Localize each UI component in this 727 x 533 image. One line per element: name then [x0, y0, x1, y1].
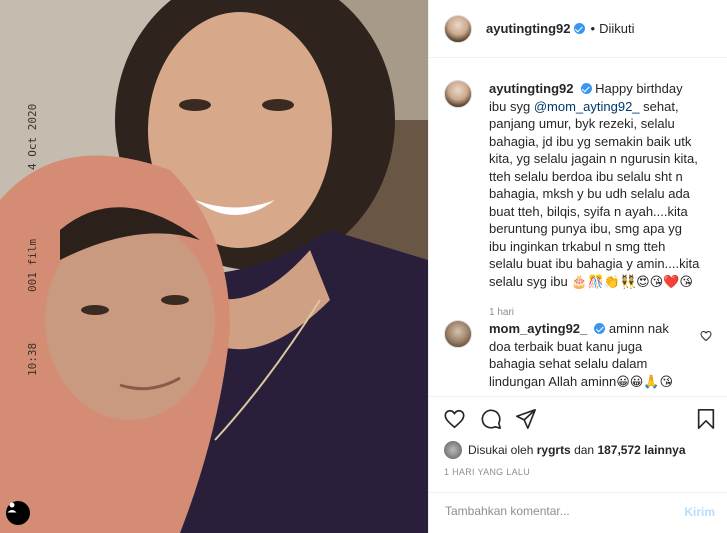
post-header: ayutingting92 • Diikuti — [429, 0, 727, 58]
caption-mention-link[interactable]: @mom_ayting92_ — [534, 99, 640, 114]
author-username[interactable]: ayutingting92 — [486, 21, 571, 36]
post-actions-bar — [429, 396, 727, 441]
likes-summary[interactable]: Disukai oleh rygrts dan 187,572 lainnya — [444, 441, 686, 459]
separator-dot: • — [590, 21, 596, 36]
heart-icon[interactable] — [443, 408, 466, 430]
bookmark-icon[interactable] — [696, 408, 716, 430]
follow-button[interactable]: Diikuti — [599, 21, 634, 36]
likes-prefix: Disukai oleh — [468, 443, 534, 457]
comment-bubble-icon[interactable] — [480, 408, 502, 430]
post-side-panel: ayutingting92 • Diikuti ayutingting92 Ha… — [428, 0, 727, 533]
liker-avatar — [444, 441, 462, 459]
photo-date-stamp: 4 Oct 2020 — [26, 103, 39, 170]
comment-input[interactable] — [443, 503, 677, 519]
user-circle-icon[interactable] — [6, 501, 30, 525]
verified-badge-icon — [573, 23, 585, 34]
photo-film-label: 001 film — [26, 239, 39, 292]
post-photo[interactable]: 4 Oct 2020 001 film 10:38 — [0, 0, 428, 533]
photo-time-stamp: 10:38 — [26, 342, 39, 376]
like-comment-heart-icon[interactable] — [700, 330, 712, 342]
comment-username[interactable]: mom_ayting92_ — [489, 321, 587, 336]
share-paper-plane-icon[interactable] — [515, 408, 537, 430]
comment-composer: Kirim — [429, 492, 727, 533]
likes-user[interactable]: rygrts — [537, 443, 571, 457]
caption-time[interactable]: 1 hari — [489, 304, 701, 322]
photo-illustration — [0, 0, 428, 533]
post-date[interactable]: 1 HARI YANG LALU — [444, 467, 530, 477]
author-avatar[interactable] — [444, 14, 472, 43]
commenter-avatar[interactable] — [444, 320, 472, 348]
comments-list[interactable]: ayutingting92 Happy birthday ibu syg @mo… — [429, 58, 727, 396]
verified-badge-icon — [580, 83, 592, 94]
comment-item: mom_ayting92_ aminn nak doa terbaik buat… — [444, 320, 714, 390]
caption-username[interactable]: ayutingting92 — [489, 81, 574, 96]
verified-badge-icon — [594, 323, 606, 334]
caption-avatar[interactable] — [444, 80, 472, 108]
caption-text-after: sehat, panjang umur, byk rezeki, selalu … — [489, 98, 700, 289]
post-comment-button[interactable]: Kirim — [684, 505, 715, 519]
likes-middle: dan — [574, 443, 595, 457]
caption-item: ayutingting92 Happy birthday ibu syg @mo… — [444, 80, 714, 322]
likes-count[interactable]: 187,572 lainnya — [597, 443, 685, 457]
